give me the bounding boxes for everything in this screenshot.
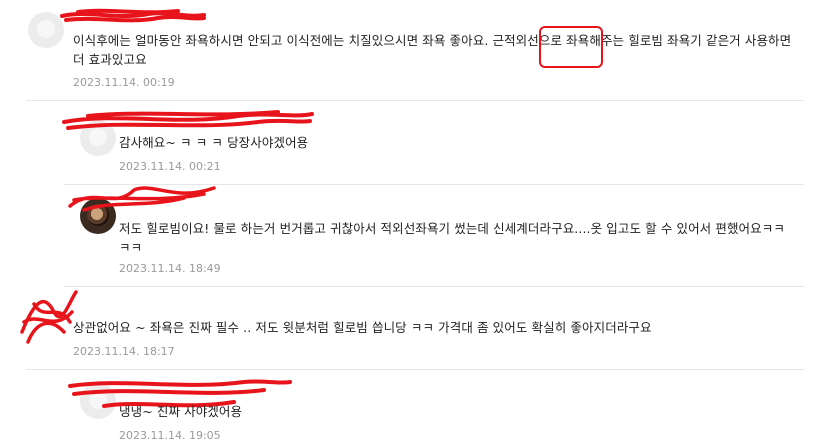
avatar[interactable] [80,383,116,419]
redaction-scribble [60,8,206,23]
comment-text: 감사해요~ ㅋ ㅋ ㅋ 당장사야겠어용 [119,135,309,150]
comment-date: 2023.11.14. 19:05 [119,429,221,442]
comment-date: 2023.11.14. 18:17 [73,345,175,358]
avatar[interactable] [80,198,116,234]
comment-text: 상관없어요 ~ 좌욕은 진짜 필수 .. 저도 윗분처럼 힐로빔 씁니당 ㅋㅋ … [73,320,652,335]
comment-date: 2023.11.14. 00:19 [73,76,175,89]
comment-date: 2023.11.14. 18:49 [119,262,221,275]
comment-text: 냉냉~ 진짜 사야겠어용 [119,404,243,419]
redaction-scribble [20,290,78,344]
comment-text: 저도 힐로빔이요! 물로 하는거 번거롭고 귀찮아서 적외선좌욕기 썼는데 신세… [119,221,785,255]
avatar[interactable] [28,12,64,48]
divider [26,100,804,101]
comment-text-part: 이식후에는 얼마동안 좌욕하시면 안되고 이식전에는 치질있으시면 좌욕 좋아요… [73,33,493,48]
avatar[interactable] [80,120,116,156]
divider [26,369,804,370]
highlighted-word: 근적외선 [492,33,539,48]
divider [64,184,804,185]
comment-text: 이식후에는 얼마동안 좌욕하시면 안되고 이식전에는 치질있으시면 좌욕 좋아요… [73,31,803,69]
divider [64,286,804,287]
comment-date: 2023.11.14. 00:21 [119,160,221,173]
highlight-box [539,26,603,68]
